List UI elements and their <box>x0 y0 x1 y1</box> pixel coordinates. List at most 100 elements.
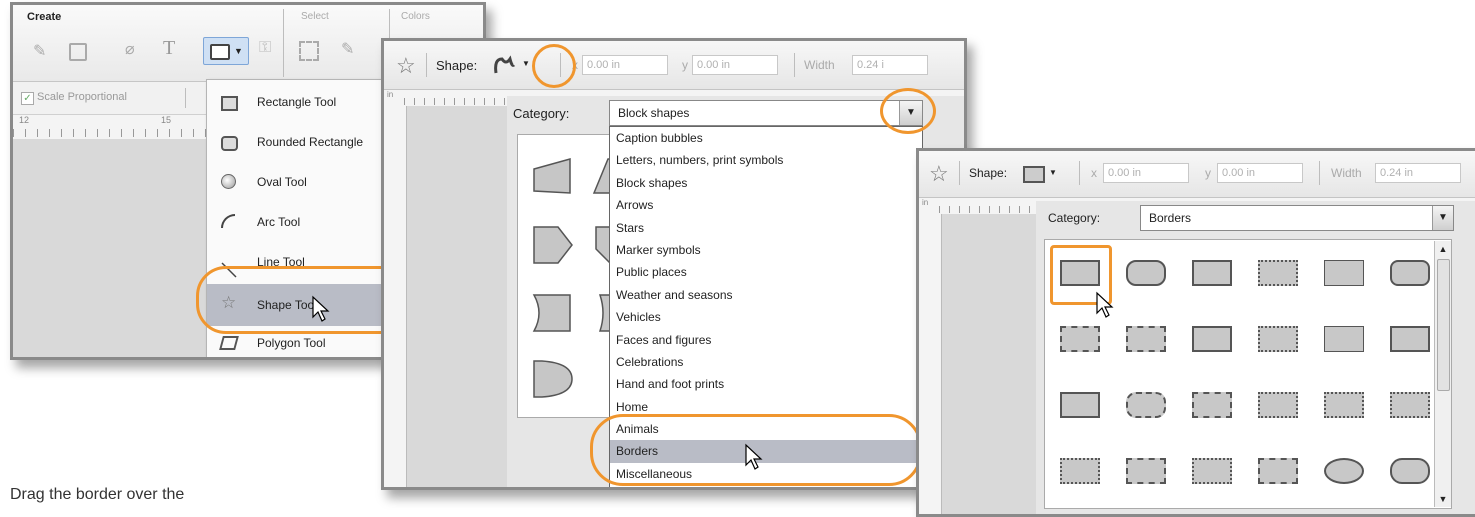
category-dropdown-list: Caption bubbles Letters, numbers, print … <box>609 126 923 487</box>
border-shape-icon <box>1258 326 1298 352</box>
menu-item-rounded-rectangle[interactable]: Rounded Rectangle <box>207 122 407 162</box>
scroll-up-button[interactable]: ▲ <box>1435 241 1451 257</box>
vertical-ruler <box>919 214 942 514</box>
vertical-scrollbar[interactable]: ▲ ▼ <box>1434 241 1451 507</box>
border-shape-option[interactable] <box>1245 376 1311 434</box>
canvas-area[interactable] <box>407 106 507 487</box>
chevron-down-icon[interactable]: ▼ <box>1432 206 1453 230</box>
border-shape-option[interactable] <box>1311 244 1377 302</box>
x-label: x <box>1091 166 1097 180</box>
dropdown-option[interactable]: Block shapes <box>610 172 922 194</box>
dropdown-option[interactable]: Public places <box>610 261 922 283</box>
border-shape-option[interactable] <box>1245 310 1311 368</box>
menu-item-shape-tool[interactable]: ☆ Shape Tool <box>207 284 407 326</box>
scroll-down-button[interactable]: ▼ <box>1435 491 1451 507</box>
menu-item-oval-tool[interactable]: Oval Tool <box>207 162 407 202</box>
half-circle-shape-icon[interactable] <box>530 357 574 401</box>
dropdown-option[interactable]: Faces and figures <box>610 329 922 351</box>
border-shape-icon <box>1324 458 1364 484</box>
shape-picker-button[interactable]: ▼ <box>490 53 540 77</box>
dropdown-option[interactable]: Hand and foot prints <box>610 373 922 395</box>
menu-item-line-tool[interactable]: Line Tool <box>207 242 407 282</box>
width-label: Width <box>1331 166 1362 180</box>
shape-toolbar: ☆ Shape: ▼ x 0.00 in y 0.00 in Width 0.2… <box>919 151 1475 198</box>
curved-shape-icon[interactable] <box>530 291 574 335</box>
dropdown-option[interactable]: Arrows <box>610 194 922 216</box>
shape-label: Shape: <box>436 58 478 73</box>
wrench-icon[interactable]: ✎ <box>341 39 354 59</box>
shape-tool-dropdown-button[interactable]: ▼ <box>203 37 249 65</box>
dropdown-option[interactable]: Home <box>610 396 922 418</box>
width-field[interactable]: 0.24 i <box>852 55 928 75</box>
chevron-down-icon[interactable]: ▼ <box>899 101 922 125</box>
pencil-tool-icon[interactable]: ✎ <box>33 41 55 60</box>
dropdown-option[interactable]: Vehicles <box>610 306 922 328</box>
border-shape-icon <box>1060 458 1100 484</box>
category-select[interactable]: Borders ▼ <box>1140 205 1454 231</box>
ribbon-group-colors: Colors <box>401 11 430 22</box>
arc-icon <box>221 214 235 228</box>
menu-item-label: Rectangle Tool <box>257 95 337 109</box>
dropdown-option-borders[interactable]: Borders <box>610 440 922 463</box>
parallelogram-shape-icon[interactable] <box>530 157 574 197</box>
width-field[interactable]: 0.24 in <box>1375 163 1461 183</box>
shape-picker-button[interactable]: ▼ <box>1019 161 1065 185</box>
border-shape-option[interactable] <box>1047 376 1113 434</box>
dropdown-option[interactable]: Weather and seasons <box>610 284 922 306</box>
border-shape-icon <box>1192 260 1232 286</box>
dropdown-option[interactable]: Caption bubbles <box>610 127 922 149</box>
border-shape-option[interactable] <box>1311 310 1377 368</box>
border-shape-icon <box>1192 392 1232 418</box>
border-shape-option[interactable] <box>1245 244 1311 302</box>
width-label: Width <box>804 58 835 72</box>
dropdown-option[interactable]: Marker symbols <box>610 239 922 261</box>
border-shape-option[interactable] <box>1179 310 1245 368</box>
shape-pane: Category: Block shapes ▼ Caption bubbles… <box>507 96 964 487</box>
pentagon-shape-icon[interactable] <box>530 225 574 265</box>
border-shape-option[interactable] <box>1179 244 1245 302</box>
border-shape-icon <box>1060 392 1100 418</box>
menu-item-arc-tool[interactable]: Arc Tool <box>207 202 407 242</box>
scale-checkbox[interactable]: ✓ <box>21 92 34 105</box>
star-icon: ☆ <box>221 293 237 312</box>
dropdown-option[interactable]: Letters, numbers, print symbols <box>610 149 922 171</box>
canvas-area[interactable] <box>942 214 1036 514</box>
border-shape-icon <box>1023 166 1045 183</box>
y-field[interactable]: 0.00 in <box>692 55 778 75</box>
border-shape-option[interactable] <box>1311 376 1377 434</box>
border-shape-option[interactable] <box>1311 442 1377 500</box>
border-shape-option[interactable] <box>1179 442 1245 500</box>
x-field[interactable]: 0.00 in <box>582 55 668 75</box>
border-shape-icon <box>1192 326 1232 352</box>
category-select[interactable]: Block shapes ▼ <box>609 100 923 126</box>
border-shape-option[interactable] <box>1113 376 1179 434</box>
x-field[interactable]: 0.00 in <box>1103 163 1189 183</box>
border-shape-icon <box>1324 260 1364 286</box>
dropdown-option[interactable]: Animals <box>610 418 922 440</box>
eraser-tool-icon[interactable]: ⌀ <box>125 39 135 59</box>
menu-item-rectangle-tool[interactable]: Rectangle Tool <box>207 82 407 122</box>
text-tool-icon[interactable]: T <box>163 37 175 60</box>
border-shape-icon <box>1324 326 1364 352</box>
ribbon-group-create: Create <box>27 11 62 23</box>
line-icon <box>221 254 237 278</box>
border-shape-option[interactable] <box>1179 376 1245 434</box>
border-shape-option[interactable] <box>1113 310 1179 368</box>
y-field[interactable]: 0.00 in <box>1217 163 1303 183</box>
dropdown-option[interactable]: Celebrations <box>610 351 922 373</box>
menu-item-polygon-tool[interactable]: Polygon Tool <box>207 328 407 357</box>
menu-item-label: Shape Tool <box>257 298 317 312</box>
border-shape-option[interactable] <box>1047 442 1113 500</box>
polygon-icon <box>219 336 239 350</box>
dropdown-option[interactable]: Miscellaneous <box>610 463 922 485</box>
border-shape-option[interactable] <box>1113 442 1179 500</box>
fill-tool-icon[interactable] <box>69 43 87 61</box>
dropdown-option[interactable]: Stars <box>610 217 922 239</box>
mouse-cursor-icon <box>312 295 330 322</box>
scroll-thumb[interactable] <box>1437 259 1450 391</box>
border-shape-option[interactable] <box>1245 442 1311 500</box>
shape-pane: Category: Borders ▼ ▲ ▼ <box>1036 201 1475 514</box>
select-tool-icon[interactable] <box>299 41 319 61</box>
border-shape-option[interactable] <box>1113 244 1179 302</box>
ruler-tick: 15 <box>161 115 172 125</box>
